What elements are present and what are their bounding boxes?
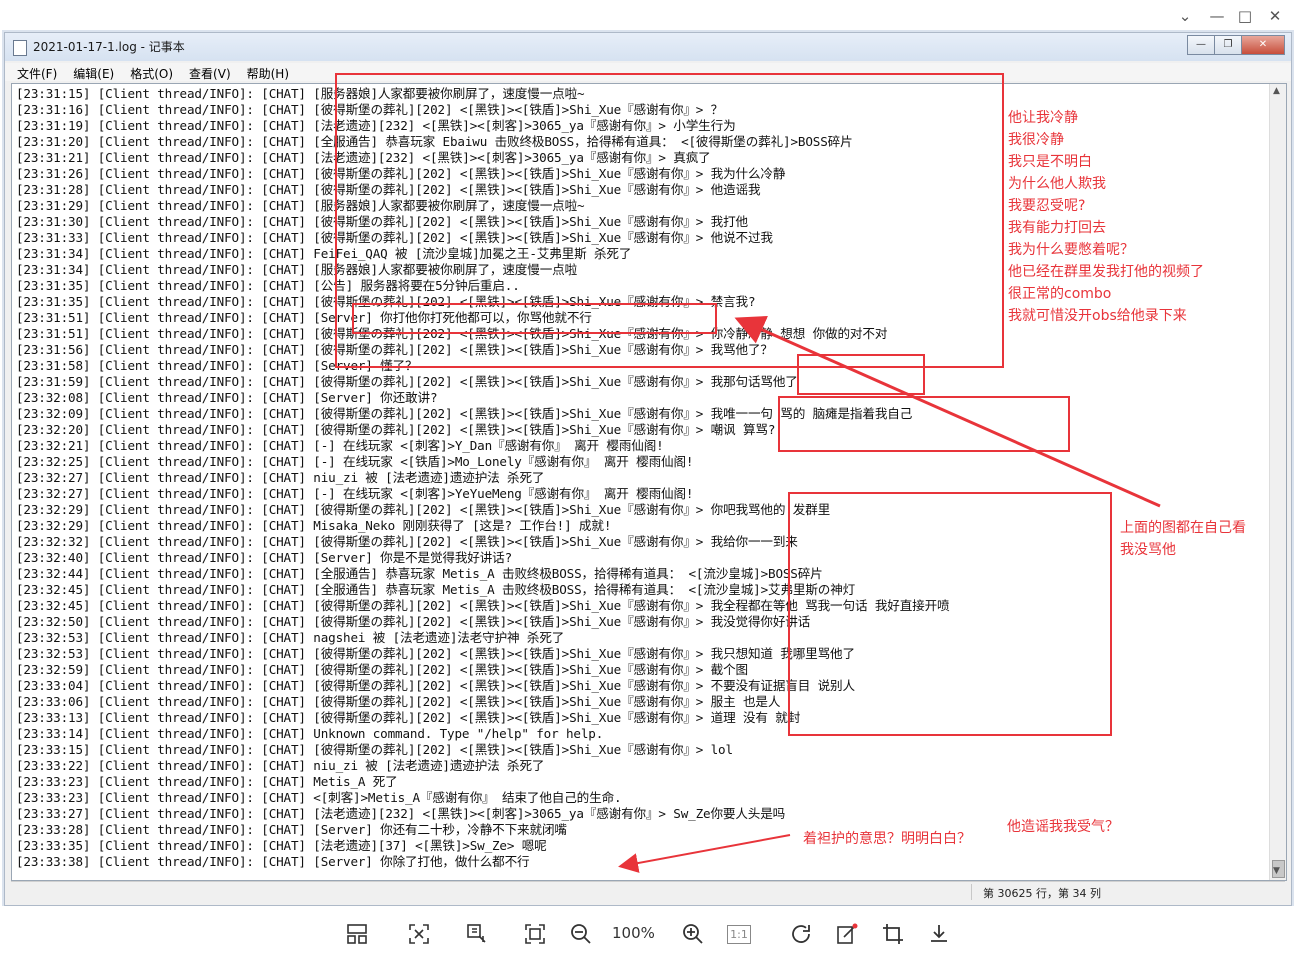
crop-icon[interactable] bbox=[876, 918, 910, 950]
zoom-in-icon[interactable] bbox=[676, 918, 710, 950]
arrow-to-last-line bbox=[618, 834, 791, 873]
zoom-level: 100% bbox=[612, 924, 655, 942]
viewer-toolbar: 100% 1:1 bbox=[0, 906, 1294, 964]
actual-size-label: 1:1 bbox=[727, 924, 751, 944]
rotate-icon[interactable] bbox=[784, 918, 818, 950]
edit-icon[interactable] bbox=[830, 918, 864, 950]
fit-window-icon[interactable] bbox=[402, 918, 436, 950]
arrow-to-server-line bbox=[734, 316, 1161, 508]
zoom-out-icon[interactable] bbox=[564, 918, 598, 950]
actual-size-icon[interactable]: 1:1 bbox=[722, 918, 756, 950]
gallery-icon[interactable] bbox=[340, 918, 374, 950]
download-icon[interactable] bbox=[922, 918, 956, 950]
ocr-icon[interactable] bbox=[460, 918, 494, 950]
fullscreen-icon[interactable] bbox=[518, 918, 552, 950]
annotation-arrows bbox=[618, 316, 1161, 873]
